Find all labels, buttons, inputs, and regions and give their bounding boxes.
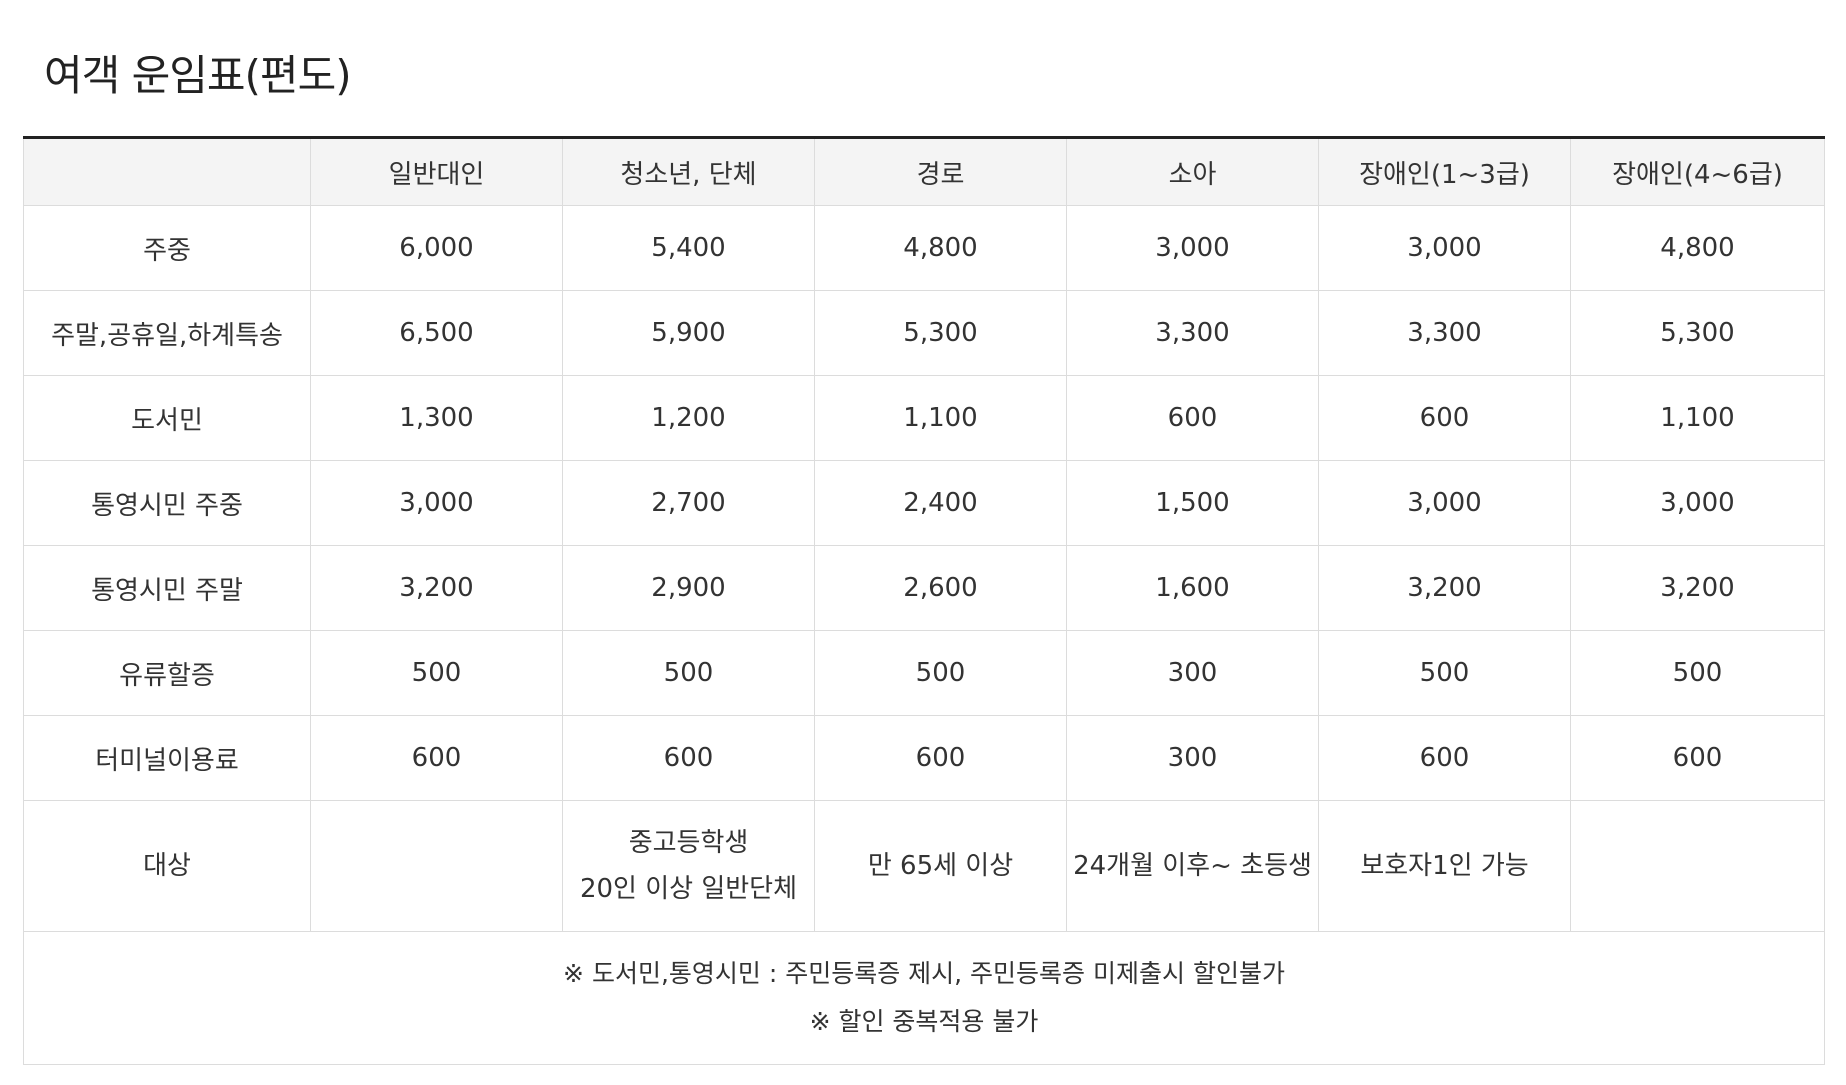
header-cell-child: 소아 <box>1066 137 1319 206</box>
target-cell: 만 65세 이상 <box>814 800 1067 932</box>
fare-cell: 4,800 <box>1570 205 1825 291</box>
fare-cell: 3,300 <box>1066 290 1319 376</box>
row-label: 유류할증 <box>23 630 311 716</box>
target-row: 대상 중고등학생 20인 이상 일반단체 만 65세 이상 24개월 이후~ 초등생 보호… <box>23 800 1825 932</box>
target-line: 20인 이상 일반단체 <box>579 874 798 904</box>
target-cell <box>310 800 563 932</box>
row-label: 주말,공휴일,하계특송 <box>23 290 311 376</box>
table-row: 터미널이용료 600 600 600 300 600 600 <box>23 715 1825 801</box>
fare-cell: 600 <box>562 715 815 801</box>
fare-cell: 1,200 <box>562 375 815 461</box>
fare-cell: 2,900 <box>562 545 815 631</box>
fare-cell: 3,000 <box>310 460 563 546</box>
fare-cell: 6,000 <box>310 205 563 291</box>
table-row: 주중 6,000 5,400 4,800 3,000 3,000 4,800 <box>23 205 1825 291</box>
target-cell: 보호자1인 가능 <box>1318 800 1571 932</box>
fare-cell: 6,500 <box>310 290 563 376</box>
fare-cell: 600 <box>1318 715 1571 801</box>
fare-cell: 3,200 <box>1570 545 1825 631</box>
fare-cell: 5,300 <box>814 290 1067 376</box>
fare-cell: 600 <box>1066 375 1319 461</box>
row-label: 통영시민 주말 <box>23 545 311 631</box>
row-label: 도서민 <box>23 375 311 461</box>
row-label: 터미널이용료 <box>23 715 311 801</box>
page-title: 여객 운임표(편도) <box>44 51 352 100</box>
fare-cell: 3,200 <box>1318 545 1571 631</box>
target-cell: 중고등학생 20인 이상 일반단체 <box>562 800 815 932</box>
target-line: 보호자1인 가능 <box>1360 851 1529 881</box>
fare-cell: 4,800 <box>814 205 1067 291</box>
fare-cell: 500 <box>814 630 1067 716</box>
fare-cell: 600 <box>1570 715 1825 801</box>
fare-cell: 1,500 <box>1066 460 1319 546</box>
table-row: 통영시민 주중 3,000 2,700 2,400 1,500 3,000 3,000 <box>23 460 1825 546</box>
target-line: 만 65세 이상 <box>867 851 1014 881</box>
fare-cell: 1,100 <box>814 375 1067 461</box>
target-line: 중고등학생 <box>628 828 749 858</box>
table-row: 유류할증 500 500 500 300 500 500 <box>23 630 1825 716</box>
fare-cell: 5,300 <box>1570 290 1825 376</box>
fare-cell: 1,300 <box>310 375 563 461</box>
fare-cell: 1,100 <box>1570 375 1825 461</box>
header-cell-disabled-4-6: 장애인(4~6급) <box>1570 137 1825 206</box>
fare-cell: 2,400 <box>814 460 1067 546</box>
fare-cell: 3,300 <box>1318 290 1571 376</box>
header-cell-corner <box>23 137 311 206</box>
notes-cell: ※ 도서민,통영시민 : 주민등록증 제시, 주민등록증 미제출시 할인불가 ※… <box>23 931 1825 1065</box>
header-cell-youth-group: 청소년, 단체 <box>562 137 815 206</box>
fare-cell: 500 <box>310 630 563 716</box>
header-cell-adult: 일반대인 <box>310 137 563 206</box>
fare-cell: 600 <box>310 715 563 801</box>
fare-cell: 3,000 <box>1570 460 1825 546</box>
row-label: 통영시민 주중 <box>23 460 311 546</box>
row-label: 주중 <box>23 205 311 291</box>
fare-cell: 3,000 <box>1318 205 1571 291</box>
fare-cell: 600 <box>814 715 1067 801</box>
fare-cell: 3,000 <box>1066 205 1319 291</box>
target-cell <box>1570 800 1825 932</box>
target-cell: 24개월 이후~ 초등생 <box>1066 800 1319 932</box>
table-row: 주말,공휴일,하계특송 6,500 5,900 5,300 3,300 3,300 5,30… <box>23 290 1825 376</box>
header-row: 일반대인 청소년, 단체 경로 소아 장애인(1~3급) 장애인(4~6급) <box>23 137 1825 206</box>
fare-cell: 500 <box>1318 630 1571 716</box>
fare-cell: 1,600 <box>1066 545 1319 631</box>
notes-row: ※ 도서민,통영시민 : 주민등록증 제시, 주민등록증 미제출시 할인불가 ※… <box>23 931 1825 1065</box>
fare-cell: 5,400 <box>562 205 815 291</box>
row-label: 대상 <box>23 800 311 932</box>
fare-cell: 3,200 <box>310 545 563 631</box>
fare-cell: 2,600 <box>814 545 1067 631</box>
fare-cell: 2,700 <box>562 460 815 546</box>
fare-cell: 600 <box>1318 375 1571 461</box>
fare-cell: 500 <box>1570 630 1825 716</box>
fare-cell: 300 <box>1066 715 1319 801</box>
header-cell-senior: 경로 <box>814 137 1067 206</box>
note-line: ※ 할인 중복적용 불가 <box>809 1007 1039 1036</box>
note-line: ※ 도서민,통영시민 : 주민등록증 제시, 주민등록증 미제출시 할인불가 <box>563 959 1285 988</box>
table-row: 도서민 1,300 1,200 1,100 600 600 1,100 <box>23 375 1825 461</box>
fare-cell: 5,900 <box>562 290 815 376</box>
table-row: 통영시민 주말 3,200 2,900 2,600 1,600 3,200 3,200 <box>23 545 1825 631</box>
fare-cell: 300 <box>1066 630 1319 716</box>
fare-table: 일반대인 청소년, 단체 경로 소아 장애인(1~3급) 장애인(4~6급) 주… <box>23 136 1825 1065</box>
fare-cell: 500 <box>562 630 815 716</box>
header-cell-disabled-1-3: 장애인(1~3급) <box>1318 137 1571 206</box>
fare-cell: 3,000 <box>1318 460 1571 546</box>
target-line: 24개월 이후~ 초등생 <box>1073 851 1312 881</box>
